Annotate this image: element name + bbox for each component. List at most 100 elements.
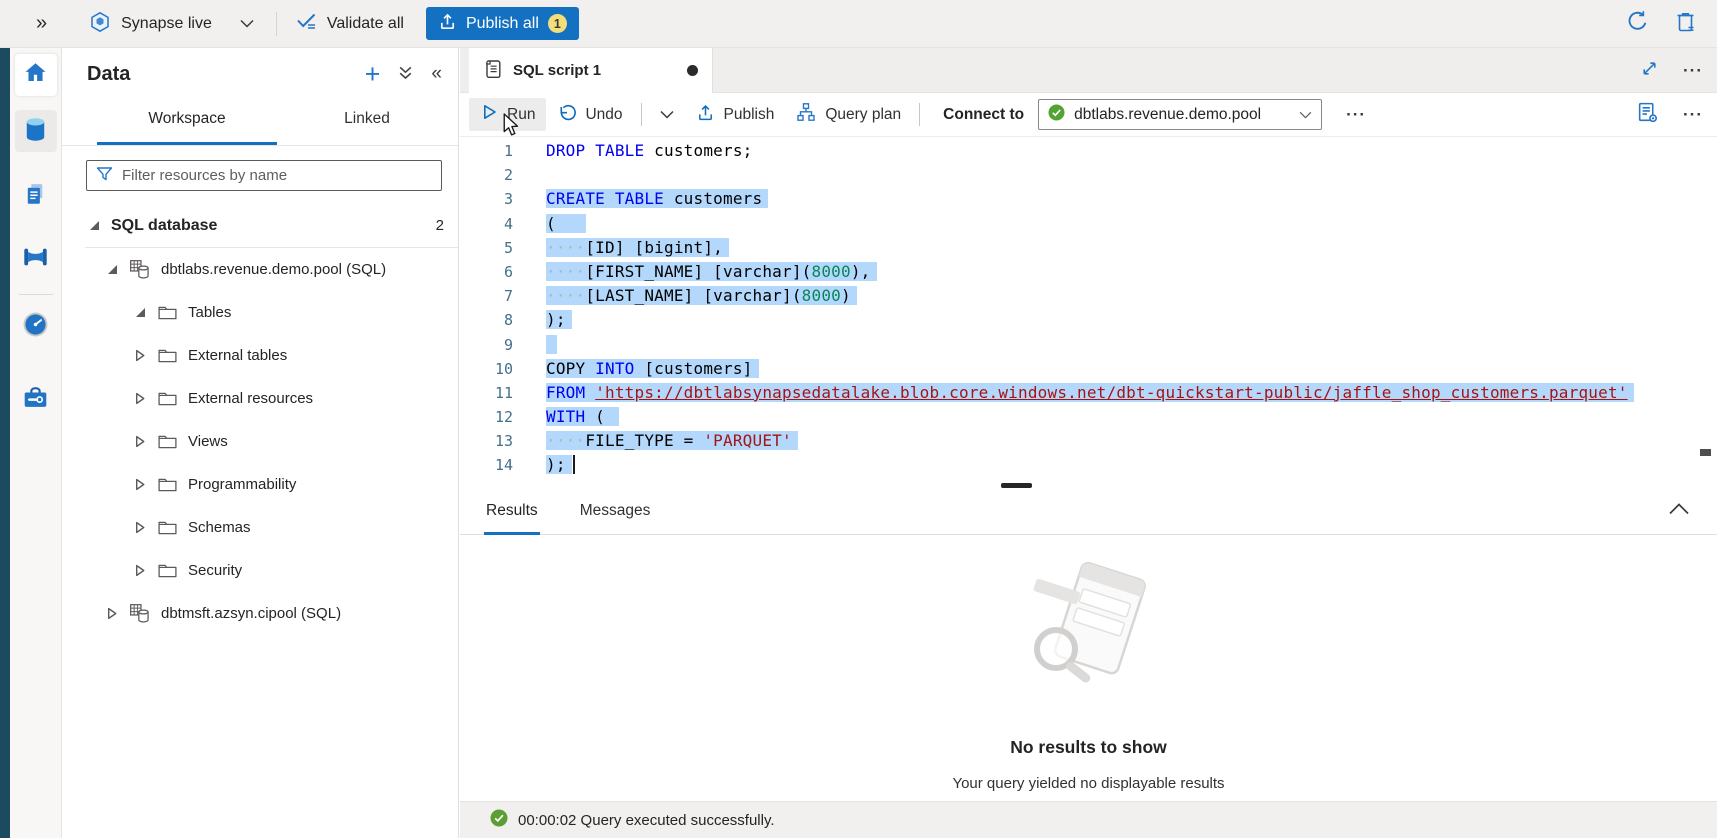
properties-icon[interactable] xyxy=(1636,101,1659,128)
tree-item[interactable]: Security xyxy=(62,549,458,592)
line-number: 11 xyxy=(460,381,513,405)
tree-item[interactable]: External resources xyxy=(62,377,458,420)
empty-results-title: No results to show xyxy=(460,737,1717,758)
nav-manage[interactable] xyxy=(15,378,57,420)
panel-title: Data xyxy=(87,63,130,86)
toolbar-overflow-button[interactable]: ··· xyxy=(1683,105,1703,125)
trash-icon[interactable] xyxy=(1674,10,1697,38)
chevron-collapsed-icon[interactable] xyxy=(134,564,147,577)
run-play-icon xyxy=(480,103,498,126)
undo-label: Undo xyxy=(585,106,622,124)
unsaved-dot-icon xyxy=(687,65,698,76)
validate-all-label: Validate all xyxy=(327,15,404,33)
tree-item[interactable]: Schemas xyxy=(62,506,458,549)
publish-icon xyxy=(696,103,715,127)
editor-tab-bar: SQL script 1 ··· xyxy=(460,48,1717,93)
collapse-results-icon[interactable] xyxy=(1667,502,1691,520)
chevron-collapsed-icon[interactable] xyxy=(134,392,147,405)
line-number: 2 xyxy=(460,163,513,187)
tree-item[interactable]: Tables xyxy=(62,291,458,334)
chevron-expanded-icon[interactable] xyxy=(134,308,147,317)
nav-integrate[interactable] xyxy=(15,238,57,280)
status-bar: 00:00:02 Query executed successfully. xyxy=(460,801,1717,838)
tab-results[interactable]: Results xyxy=(484,502,540,535)
publish-button[interactable]: Publish xyxy=(685,98,786,131)
mode-selector[interactable]: Synapse live xyxy=(89,11,254,37)
nav-monitor[interactable] xyxy=(15,305,57,347)
code-line[interactable]: 13····FILE_TYPE = 'PARQUET' xyxy=(460,429,1717,453)
code-editor[interactable]: 1DROP TABLE customers;23CREATE TABLE cus… xyxy=(460,137,1717,488)
publish-all-button[interactable]: Publish all 1 xyxy=(426,7,579,40)
filter-input[interactable] xyxy=(122,167,432,184)
run-options-chevron[interactable] xyxy=(649,98,685,131)
manage-icon xyxy=(22,385,49,414)
tree-section-sql-database[interactable]: SQL database2 xyxy=(62,204,458,247)
tree-item[interactable]: dbtmsft.azsyn.cipool (SQL) xyxy=(62,592,458,635)
line-number: 13 xyxy=(460,429,513,453)
results-panel: Results Messages No results to show Your … xyxy=(460,490,1717,801)
expand-nav-button[interactable]: » xyxy=(36,12,47,35)
tab-linked[interactable]: Linked xyxy=(277,96,457,145)
tree-item[interactable]: dbtlabs.revenue.demo.pool (SQL) xyxy=(62,248,458,291)
code-line[interactable]: 4( xyxy=(460,212,1717,236)
code-line[interactable]: 9​ xyxy=(460,333,1717,357)
code-line[interactable]: 14); xyxy=(460,453,1717,477)
code-line[interactable]: 12WITH ( xyxy=(460,405,1717,429)
nav-data[interactable] xyxy=(15,110,57,152)
section-count: 2 xyxy=(436,217,458,234)
folder-icon xyxy=(157,390,178,407)
line-number: 4 xyxy=(460,212,513,236)
chevron-collapsed-icon[interactable] xyxy=(134,521,147,534)
code-line[interactable]: 5····[ID] [bigint], xyxy=(460,236,1717,260)
query-plan-button[interactable]: Query plan xyxy=(785,98,912,131)
line-number: 3 xyxy=(460,187,513,211)
code-line[interactable]: 8); xyxy=(460,308,1717,332)
chevron-collapsed-icon[interactable] xyxy=(106,607,119,620)
synapse-live-icon xyxy=(89,11,111,37)
panel-resize-handle[interactable] xyxy=(1001,483,1032,488)
chevron-collapsed-icon[interactable] xyxy=(134,435,147,448)
tab-more-button[interactable]: ··· xyxy=(1683,61,1703,81)
code-line[interactable]: 11FROM 'https://dbtlabsynapsedatalake.bl… xyxy=(460,381,1717,405)
collapse-all-icon[interactable] xyxy=(397,64,414,85)
code-line[interactable]: 6····[FIRST_NAME] [varchar](8000), xyxy=(460,260,1717,284)
folder-icon xyxy=(157,304,178,321)
nav-develop[interactable] xyxy=(15,175,57,217)
chevron-collapsed-icon[interactable] xyxy=(134,478,147,491)
chevron-collapsed-icon[interactable] xyxy=(134,349,147,362)
undo-button[interactable]: Undo xyxy=(546,98,633,131)
nav-home[interactable] xyxy=(15,54,57,96)
expand-editor-icon[interactable] xyxy=(1640,59,1659,82)
chevron-down-icon xyxy=(1299,106,1312,123)
sql-script-icon xyxy=(483,58,503,84)
tree-item[interactable]: External tables xyxy=(62,334,458,377)
editor-toolbar: Run Undo Publish Query plan Connect to d… xyxy=(460,93,1717,137)
toolbar-more-button[interactable]: ··· xyxy=(1346,105,1366,125)
collapse-panel-button[interactable]: « xyxy=(431,63,442,85)
validate-all-button[interactable]: Validate all xyxy=(295,11,404,36)
tab-workspace[interactable]: Workspace xyxy=(97,96,277,145)
develop-icon xyxy=(23,181,48,211)
empty-results-state: No results to show Your query yielded no… xyxy=(460,535,1717,792)
success-check-icon xyxy=(490,809,508,831)
chevron-expanded-icon[interactable] xyxy=(106,265,119,274)
pool-select[interactable]: dbtlabs.revenue.demo.pool xyxy=(1038,99,1322,130)
refresh-icon[interactable] xyxy=(1625,9,1650,38)
code-line[interactable]: 2 xyxy=(460,163,1717,187)
monitor-icon xyxy=(22,311,49,342)
validate-check-icon xyxy=(295,11,318,36)
folder-icon xyxy=(157,347,178,364)
tab-messages[interactable]: Messages xyxy=(578,502,653,535)
integrate-icon xyxy=(22,245,49,273)
code-line[interactable]: 3CREATE TABLE customers xyxy=(460,187,1717,211)
folder-icon xyxy=(157,476,178,493)
code-line[interactable]: 10COPY INTO [customers] xyxy=(460,357,1717,381)
code-line[interactable]: 1DROP TABLE customers; xyxy=(460,139,1717,163)
add-resource-button[interactable]: + xyxy=(365,64,381,84)
tree-item[interactable]: Programmability xyxy=(62,463,458,506)
tree-item[interactable]: Views xyxy=(62,420,458,463)
run-button[interactable]: Run xyxy=(469,98,546,131)
tab-sql-script-1[interactable]: SQL script 1 xyxy=(469,48,713,93)
publish-count-badge: 1 xyxy=(548,14,567,33)
code-line[interactable]: 7····[LAST_NAME] [varchar](8000) xyxy=(460,284,1717,308)
